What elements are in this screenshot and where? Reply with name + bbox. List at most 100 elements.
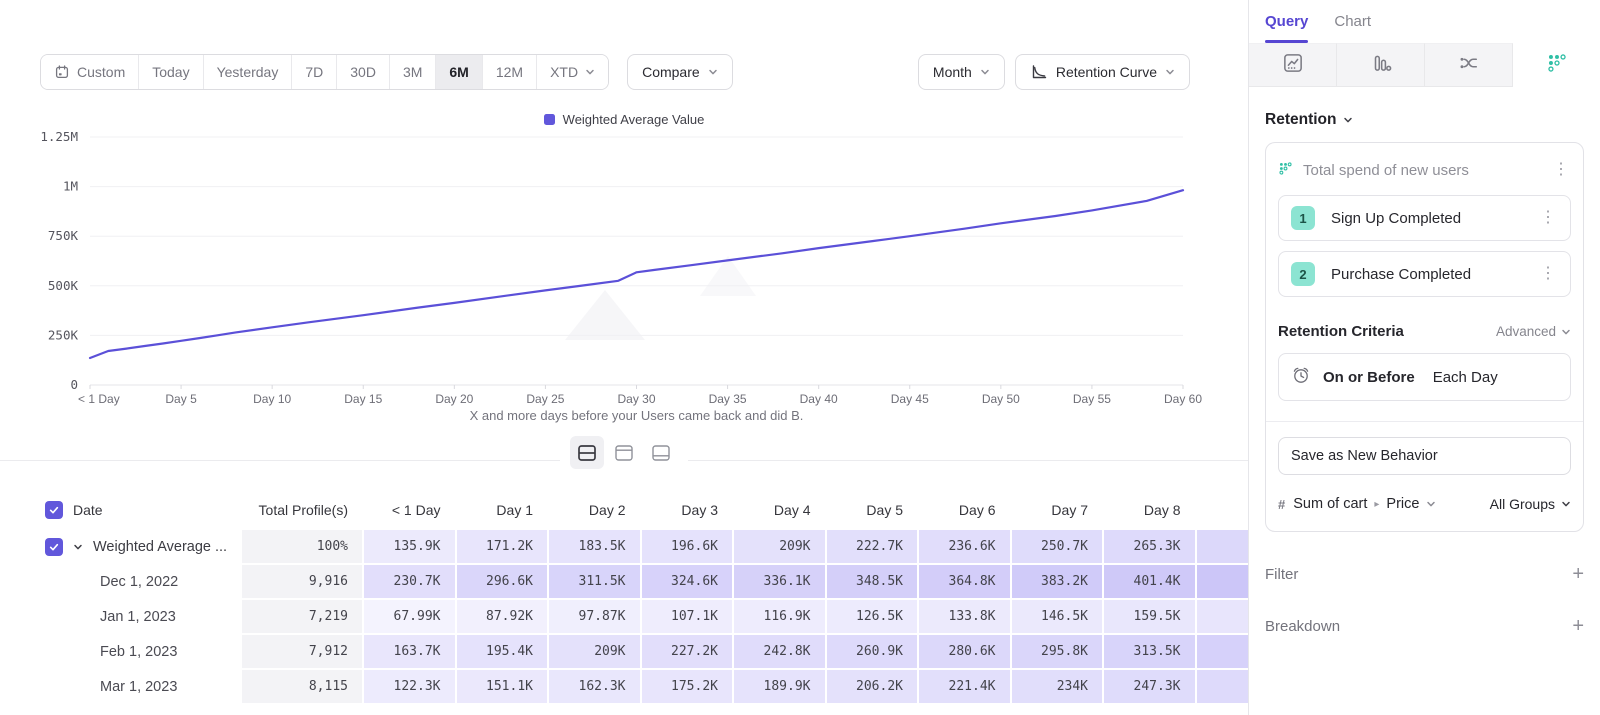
column-header-label: < 1 Day (392, 502, 441, 518)
date-range-xtd[interactable]: XTD (536, 55, 608, 89)
insights-icon (1282, 52, 1304, 79)
x-tick-label: < 1 Day (78, 392, 120, 406)
total-value: 9,916 (309, 574, 348, 589)
row-label: Jan 1, 2023 (100, 609, 176, 625)
table-header-row: DateTotal Profile(s)< 1 DayDay 1Day 2Day… (0, 492, 1248, 528)
tab-insights[interactable] (1249, 43, 1337, 87)
y-tick-label: 250K (48, 327, 79, 342)
row-label: Weighted Average ... (93, 539, 227, 555)
alarm-clock-icon (1291, 365, 1311, 390)
retention-value-cell: 348.5K (827, 565, 918, 598)
total-value: 100% (317, 539, 348, 554)
add-filter-button[interactable]: + (1572, 564, 1584, 584)
table-header-cell: Day 7 (1012, 492, 1103, 528)
view-toggle-split-icon (577, 444, 597, 462)
retention-value-cell: 234K (1012, 670, 1103, 703)
retention-value-cell: 383.2K (1012, 565, 1103, 598)
retention-icon (1546, 52, 1568, 79)
retention-criteria-card[interactable]: On or Before Each Day (1278, 353, 1571, 401)
filter-section: Filter + (1265, 564, 1584, 584)
step-card-1[interactable]: 1 Sign Up Completed ⋮ (1278, 195, 1571, 241)
row-date-cell: Mar 1, 2023 (0, 670, 240, 703)
add-breakdown-button[interactable]: + (1572, 616, 1584, 636)
retention-value-cell: 133.8K (919, 600, 1010, 633)
cell-value: 146.5K (1041, 609, 1088, 624)
step-card-2[interactable]: 2 Purchase Completed ⋮ (1278, 251, 1571, 297)
legend-label: Weighted Average Value (563, 112, 705, 127)
select-all-checkbox[interactable] (45, 501, 63, 519)
chart-type-button[interactable]: Retention Curve (1015, 54, 1190, 90)
cell-value: 97.87K (579, 609, 626, 624)
column-header-label: Day 5 (866, 502, 903, 518)
tab-chart[interactable]: Chart (1334, 0, 1371, 43)
date-range-label: Yesterday (217, 64, 279, 80)
tab-retention[interactable] (1513, 43, 1600, 87)
date-range-today[interactable]: Today (138, 55, 202, 89)
retention-value-cell: 196.6K (642, 530, 733, 563)
cell-value: 159.5K (1134, 609, 1181, 624)
watermark-triangle (565, 290, 645, 340)
table-header-cell: Day 8 (1104, 492, 1195, 528)
compare-button[interactable]: Compare (627, 54, 733, 90)
report-section-dropdown[interactable]: Retention (1265, 111, 1584, 129)
expand-chevron-icon[interactable] (73, 542, 83, 552)
tab-flows[interactable] (1425, 43, 1513, 87)
kebab-menu-icon[interactable]: ⋮ (1551, 162, 1571, 178)
step-number-badge: 1 (1291, 206, 1315, 230)
cell-value: 230.7K (394, 574, 441, 589)
column-header-label: Day 4 (774, 502, 811, 518)
chevron-down-icon (585, 67, 595, 77)
retention-value-cell: 295.8K (1012, 635, 1103, 668)
retention-value-cell-partial (1197, 530, 1249, 563)
date-range-12m[interactable]: 12M (482, 55, 536, 89)
chevron-down-icon (1165, 67, 1175, 77)
date-range-30d[interactable]: 30D (336, 55, 389, 89)
check-icon (48, 504, 60, 516)
tab-query[interactable]: Query (1265, 0, 1308, 43)
date-range-6m[interactable]: 6M (435, 55, 481, 89)
retention-value-cell: 146.5K (1012, 600, 1103, 633)
measure-dropdown[interactable]: Sum of cart ▸ Price (1293, 496, 1436, 512)
table-header-cell: Day 2 (549, 492, 640, 528)
x-tick-label: Day 60 (1164, 392, 1202, 406)
date-range-label: Custom (77, 64, 125, 80)
view-toggle-split[interactable] (570, 436, 604, 469)
retention-value-cell: 221.4K (919, 670, 1010, 703)
advanced-label: Advanced (1496, 324, 1556, 339)
table-row: Weighted Average ...100%135.9K171.2K183.… (0, 530, 1248, 563)
view-toggle-top[interactable] (607, 436, 641, 469)
date-range-7d[interactable]: 7D (291, 55, 336, 89)
toolbar-right: Month Retention Curve (918, 54, 1190, 90)
granularity-button[interactable]: Month (918, 54, 1005, 90)
advanced-dropdown[interactable]: Advanced (1496, 324, 1571, 339)
table-header-cell (1197, 492, 1249, 528)
save-behavior-button[interactable]: Save as New Behavior (1278, 437, 1571, 475)
date-range-selector: Custom Today Yesterday 7D30D3M6M12MXTD (40, 54, 609, 90)
x-tick-label: Day 35 (709, 392, 747, 406)
retention-value-cell: 209K (734, 530, 825, 563)
view-toggle-bottom[interactable] (644, 436, 678, 469)
date-range-3m[interactable]: 3M (389, 55, 435, 89)
table-header-date: Date (0, 492, 240, 528)
row-checkbox[interactable] (45, 538, 63, 556)
retention-value-cell: 163.7K (364, 635, 455, 668)
column-header-label: Date (73, 502, 103, 518)
row-label: Feb 1, 2023 (100, 644, 177, 660)
chevron-down-icon (1561, 327, 1571, 337)
step-event-label: Sign Up Completed (1331, 210, 1538, 227)
row-date-cell: Feb 1, 2023 (0, 635, 240, 668)
report-section-label: Retention (1265, 111, 1336, 129)
date-range-custom[interactable]: Custom (41, 55, 138, 89)
groups-dropdown[interactable]: All Groups (1490, 496, 1571, 512)
kebab-menu-icon[interactable]: ⋮ (1538, 266, 1558, 282)
kebab-menu-icon[interactable]: ⋮ (1538, 210, 1558, 226)
date-range-yesterday[interactable]: Yesterday (203, 55, 292, 89)
table-header-cell: Day 3 (642, 492, 733, 528)
cell-value: 183.5K (579, 539, 626, 554)
tab-funnels[interactable] (1337, 43, 1425, 87)
y-tick-label: 500K (48, 278, 79, 293)
cell-value: 324.6K (671, 574, 718, 589)
column-header-label: Day 6 (959, 502, 996, 518)
x-tick-label: Day 10 (253, 392, 291, 406)
cell-value: 222.7K (856, 539, 903, 554)
